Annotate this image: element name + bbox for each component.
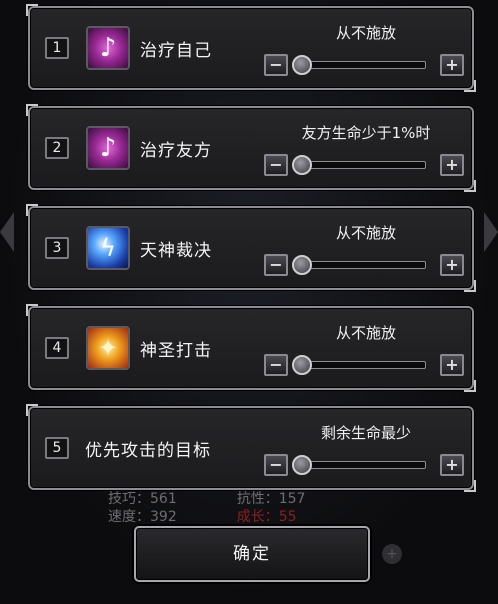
heal-self-icon: ♪ [86,26,130,70]
increase-button[interactable]: + [440,254,464,276]
increase-button[interactable]: + [440,354,464,376]
cast-condition: 从不施放 [335,324,396,342]
target-priority-value: 剩余生命最少 [320,424,411,442]
increase-button[interactable]: + [440,154,464,176]
slider-knob[interactable] [292,55,312,75]
bg-stat-resist: 抗性：157 [236,491,306,507]
skill-name: 天神裁决 [140,241,212,261]
cast-condition: 从不施放 [335,24,396,42]
bg-stat-speed: 速度：392 [108,509,177,525]
target-priority-label: 优先攻击的目标 [85,441,211,461]
skill-settings-screen: 技巧：561 抗性：157 速度：392 成长：55 1 ♪ 治疗自己 从不施放… [0,0,498,604]
slider-knob[interactable] [292,155,312,175]
confirm-button[interactable]: 确定 [134,526,370,582]
increase-button[interactable]: + [440,454,464,476]
condition-slider[interactable] [300,361,426,369]
row-number: 4 [45,337,69,359]
skill-row-1: 1 ♪ 治疗自己 从不施放 − + [26,4,476,92]
condition-slider[interactable] [300,261,426,269]
slider-knob[interactable] [292,455,312,475]
cast-condition: 从不施放 [335,224,396,242]
row-number: 5 [45,437,69,459]
bg-stat-skill: 技巧：561 [108,491,177,507]
condition-slider[interactable] [300,61,426,69]
background-stats: 技巧：561 抗性：157 速度：392 成长：55 [108,490,408,530]
next-arrow-icon[interactable] [484,212,498,252]
prev-arrow-icon[interactable] [0,212,14,252]
skill-row-3: 3 ϟ 天神裁决 从不施放 − + [26,204,476,292]
bg-stat-growth: 成长：55 [236,509,297,525]
skill-name: 治疗自己 [140,41,212,61]
cast-condition: 友方生命少于1%时 [301,124,431,142]
decrease-button[interactable]: − [264,254,288,276]
holy-strike-icon: ✦ [86,326,130,370]
skill-name: 神圣打击 [140,341,212,361]
row-number: 3 [45,237,69,259]
target-priority-row: 5 优先攻击的目标 剩余生命最少 − + [26,404,476,492]
heal-ally-icon: ♪ [86,126,130,170]
skill-name: 治疗友方 [140,141,212,161]
slider-knob[interactable] [292,355,312,375]
decrease-button[interactable]: − [264,354,288,376]
skill-row-2: 2 ♪ 治疗友方 友方生命少于1%时 − + [26,104,476,192]
increase-button[interactable]: + [440,54,464,76]
decrease-button[interactable]: − [264,54,288,76]
condition-slider[interactable] [300,161,426,169]
skill-row-4: 4 ✦ 神圣打击 从不施放 − + [26,304,476,392]
background-plus-icon: + [382,544,402,564]
row-number: 1 [45,37,69,59]
divine-judgment-icon: ϟ [86,226,130,270]
row-number: 2 [45,137,69,159]
decrease-button[interactable]: − [264,454,288,476]
slider-knob[interactable] [292,255,312,275]
decrease-button[interactable]: − [264,154,288,176]
priority-slider[interactable] [300,461,426,469]
